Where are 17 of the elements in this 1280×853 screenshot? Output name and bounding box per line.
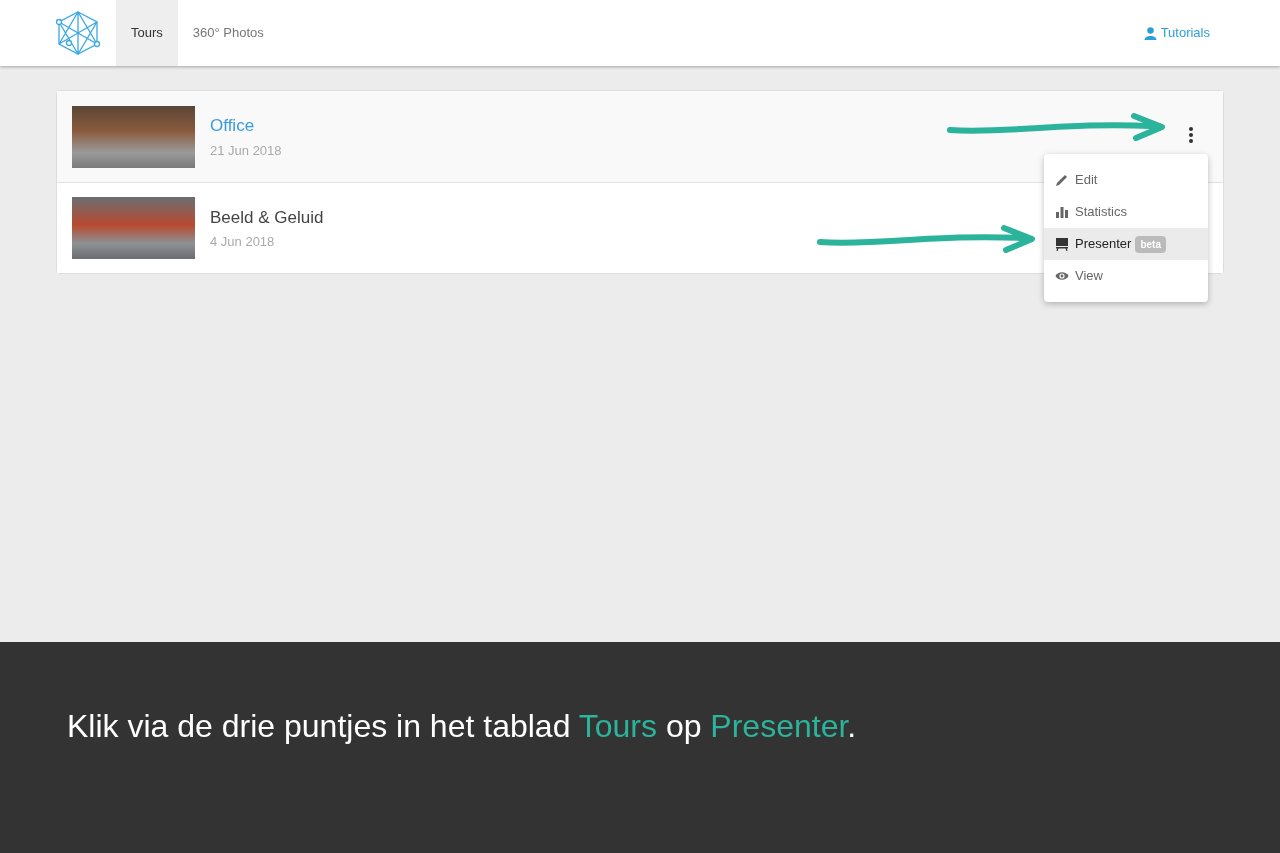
nav-tab[interactable]: Tours (116, 0, 178, 66)
beta-badge: beta (1135, 235, 1166, 253)
instruction-caption: Klik via de drie puntjes in het tablad Tours op Presenter. (67, 707, 858, 746)
tour-date: 21 Jun 2018 (210, 141, 282, 160)
more-options-icon[interactable] (1189, 126, 1193, 143)
tutorials-link[interactable]: Tutorials (1143, 23, 1210, 43)
menu-item[interactable]: Statistics (1044, 196, 1208, 228)
pencil-icon (1055, 173, 1069, 187)
user-icon (1143, 26, 1157, 40)
monitor-icon (1055, 237, 1069, 251)
tour-date: 4 Jun 2018 (210, 233, 276, 251)
cube-logo-icon[interactable] (55, 10, 101, 56)
menu-item[interactable]: Presenter beta (1044, 228, 1208, 260)
bar-chart-icon (1055, 205, 1069, 219)
eye-icon (1055, 269, 1069, 283)
nav-tab[interactable]: 360° Photos (177, 0, 279, 66)
tour-title[interactable]: Beeld & Geluid (210, 204, 324, 230)
